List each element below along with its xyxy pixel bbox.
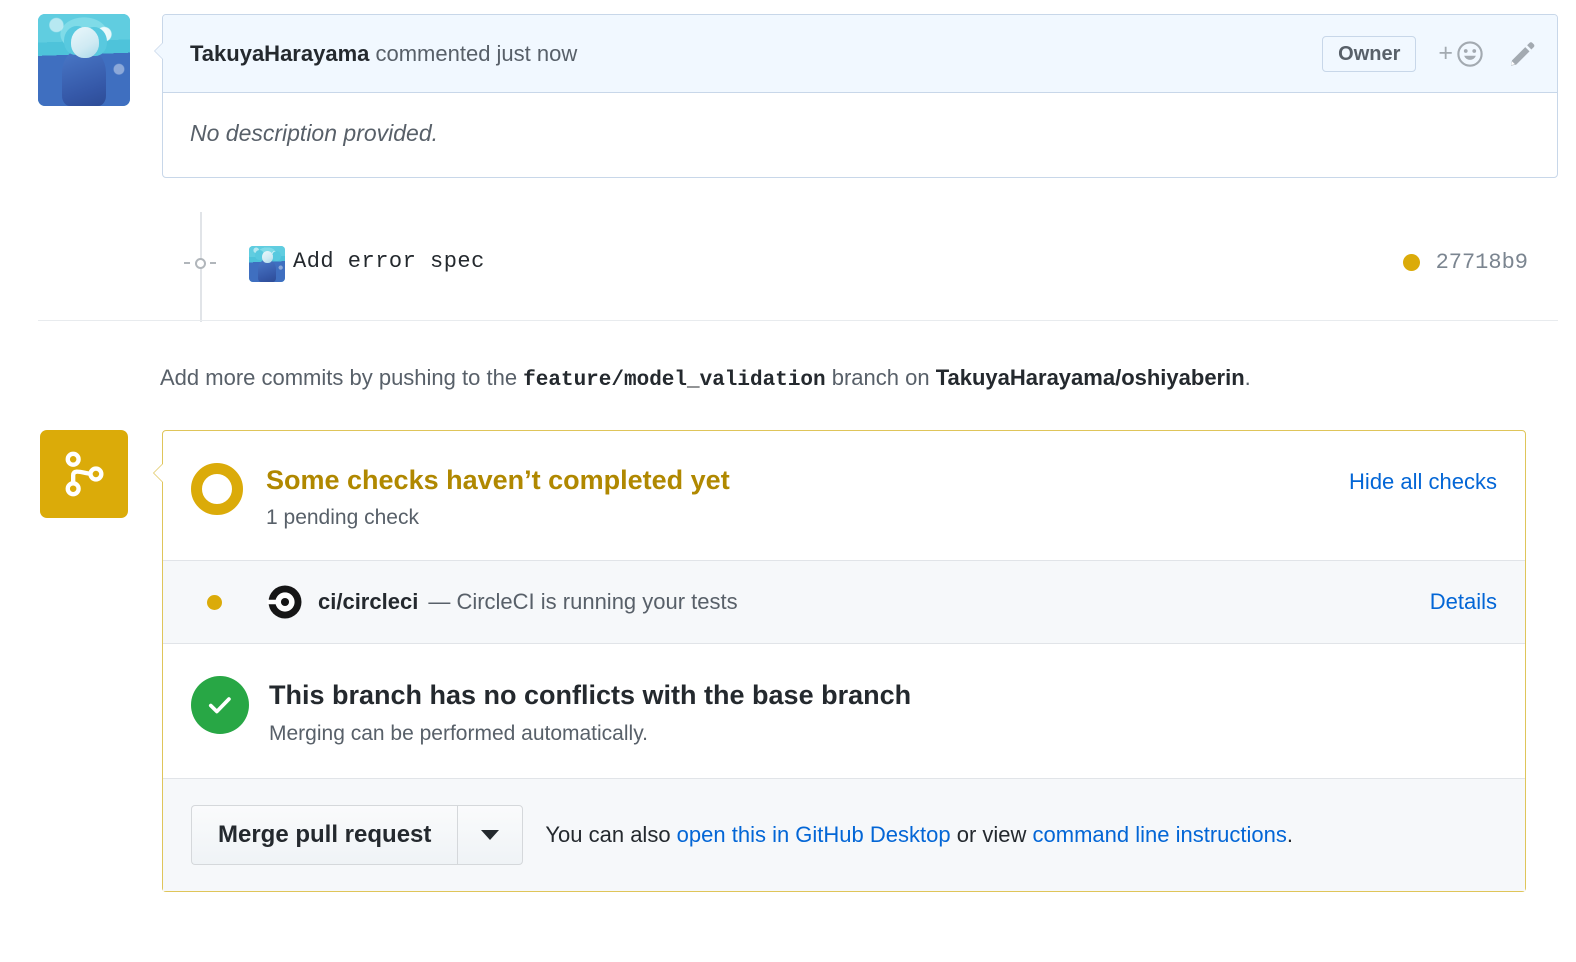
timeline-node-icon <box>184 254 216 272</box>
push-hint: Add more commits by pushing to the featu… <box>160 365 1251 392</box>
merge-footer-text: You can also open this in GitHub Desktop… <box>545 822 1293 848</box>
check-separator: — <box>428 589 451 615</box>
comment-container: TakuyaHarayama commented just now Owner … <box>154 14 1558 178</box>
timeline-node-ring <box>195 258 206 269</box>
merge-status-badge <box>40 430 128 518</box>
merge-box: Some checks haven’t completed yet 1 pend… <box>153 430 1526 893</box>
chevron-down-icon <box>481 830 500 841</box>
footer-text-after: . <box>1286 822 1293 848</box>
avatar[interactable] <box>38 14 130 106</box>
pencil-icon <box>1511 41 1535 66</box>
commit-avatar-image <box>249 246 285 282</box>
edit-comment-button[interactable] <box>1507 39 1537 69</box>
comment-author[interactable]: TakuyaHarayama <box>190 41 369 66</box>
checks-status-title: Some checks haven’t completed yet <box>266 465 730 495</box>
merge-pull-request-button[interactable]: Merge pull request <box>191 805 458 866</box>
checks-status-texts: Some checks haven’t completed yet 1 pend… <box>266 463 730 530</box>
checks-status-subtitle: 1 pending check <box>266 506 419 530</box>
comment-action: commented just now <box>369 40 578 66</box>
open-in-github-desktop-link[interactable]: open this in GitHub Desktop <box>677 822 951 847</box>
commit-status-group: 27718b9 <box>1402 250 1528 275</box>
check-circle-icon <box>191 676 249 735</box>
merge-footer: Merge pull request You can also open thi… <box>163 778 1525 892</box>
commit-author-avatar[interactable] <box>249 246 285 282</box>
comment-byline: TakuyaHarayama commented just now <box>190 41 577 67</box>
circleci-icon <box>267 585 302 619</box>
check-state-icon <box>207 594 222 610</box>
conflict-title: This branch has no conflicts with the ba… <box>269 680 912 711</box>
plus-icon: + <box>1438 39 1453 67</box>
check-description: — CircleCI is running your tests <box>428 589 737 615</box>
checkmark-icon <box>208 697 231 714</box>
commit-timeline <box>0 212 1576 322</box>
push-hint-branch: feature/model_validation <box>523 369 826 392</box>
owner-badge: Owner <box>1322 35 1417 72</box>
conflict-status-section: This branch has no conflicts with the ba… <box>163 644 1525 778</box>
commit-message[interactable]: Add error spec <box>293 249 485 274</box>
conflict-texts: This branch has no conflicts with the ba… <box>269 676 911 746</box>
footer-text-before: You can also <box>545 822 677 848</box>
git-branch-icon <box>65 451 104 497</box>
add-reaction-button[interactable]: + <box>1438 39 1485 69</box>
check-details-link[interactable]: Details <box>1430 589 1497 615</box>
check-row: ci/circleci — CircleCI is running your t… <box>163 560 1525 645</box>
conflict-subtitle: Merging can be performed automatically. <box>269 722 648 746</box>
merge-button-group: Merge pull request <box>191 805 524 866</box>
push-hint-prefix: Add more commits by pushing to the <box>160 365 524 390</box>
footer-text-middle: or view <box>950 822 1033 848</box>
comment-body: No description provided. <box>190 120 439 146</box>
checks-status-section: Some checks haven’t completed yet 1 pend… <box>163 431 1525 560</box>
command-line-instructions-link[interactable]: command line instructions <box>1033 822 1287 847</box>
push-hint-repo: TakuyaHarayama/oshiyaberin <box>935 365 1245 390</box>
comment-header: TakuyaHarayama commented just now Owner … <box>163 15 1557 93</box>
hide-all-checks-link[interactable]: Hide all checks <box>1349 469 1497 495</box>
smiley-icon <box>1457 40 1483 67</box>
merge-options-dropdown-button[interactable] <box>457 805 524 866</box>
commit-status-icon[interactable] <box>1402 254 1420 271</box>
timeline-divider <box>38 320 1558 321</box>
check-context-name[interactable]: ci/circleci <box>318 589 418 615</box>
push-hint-suffix: . <box>1244 365 1251 390</box>
avatar-image <box>38 14 130 106</box>
pending-ring-icon <box>191 463 243 515</box>
push-hint-middle: branch on <box>825 365 936 390</box>
check-description-text: CircleCI is running your tests <box>456 589 738 615</box>
commit-sha[interactable]: 27718b9 <box>1436 250 1528 275</box>
